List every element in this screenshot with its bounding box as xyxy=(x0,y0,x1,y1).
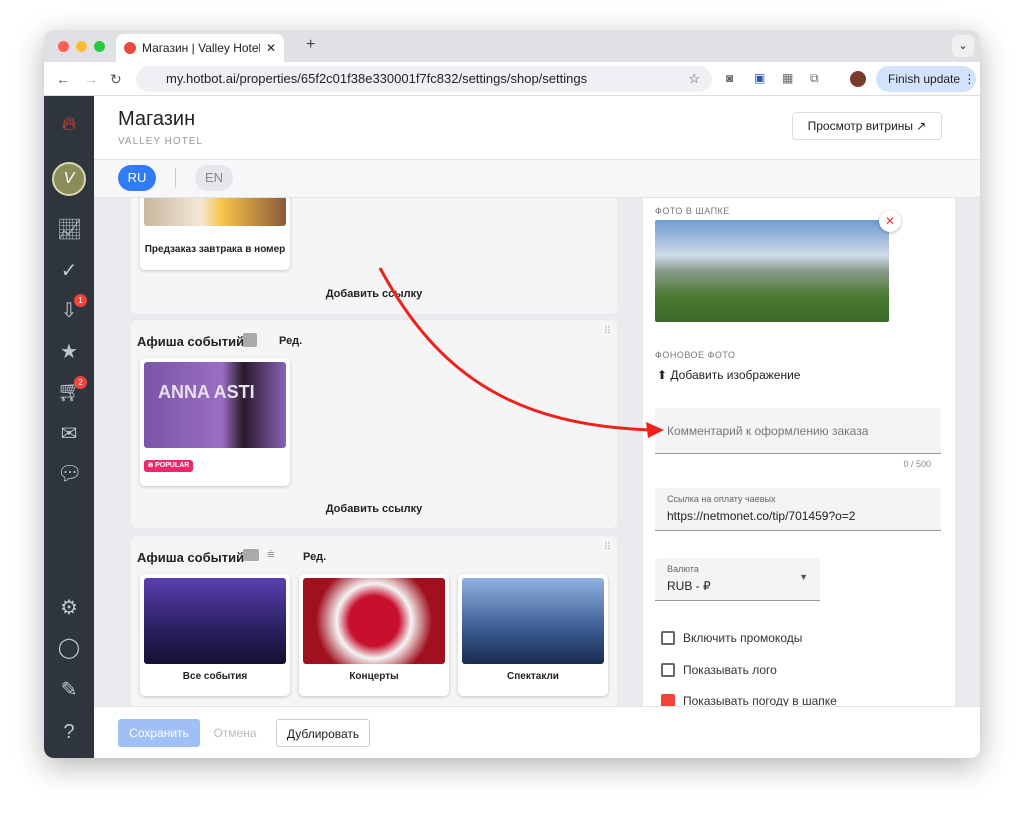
annotation-arrow xyxy=(378,267,664,438)
